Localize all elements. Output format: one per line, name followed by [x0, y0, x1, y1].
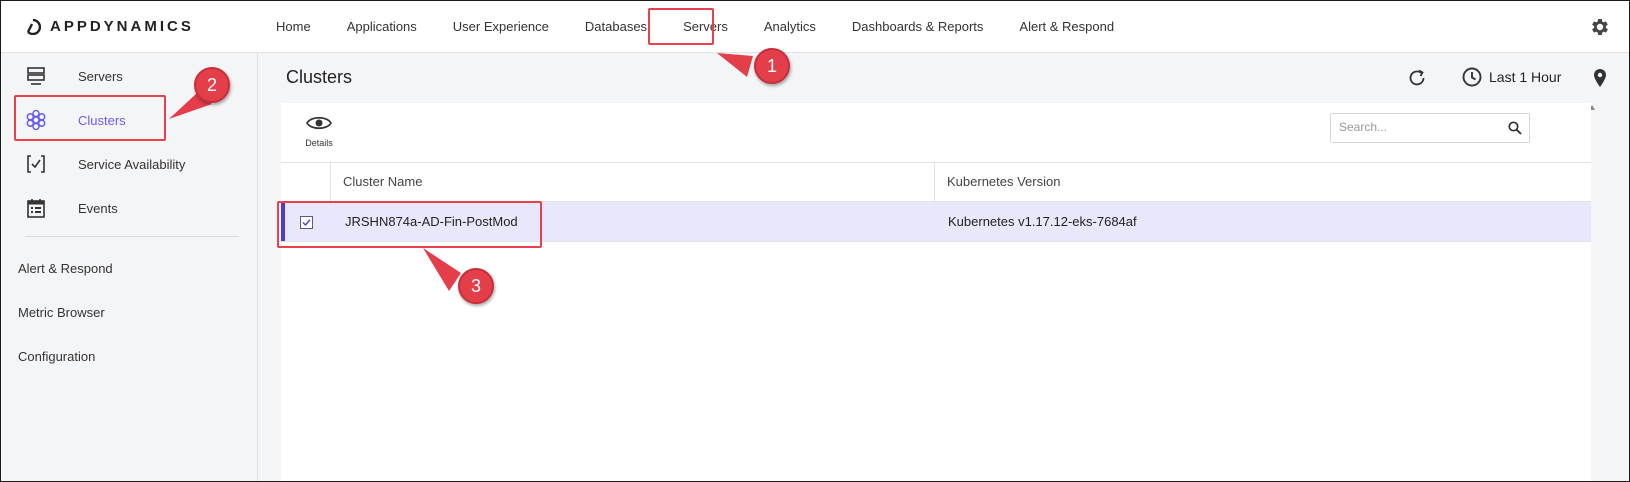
callout-2: 2: [194, 67, 230, 103]
callout-pointers: [169, 53, 753, 291]
callout-3: 3: [458, 268, 494, 304]
app-window: APPDYNAMICS Home Applications User Exper…: [0, 0, 1630, 482]
callout-1: 1: [754, 48, 790, 84]
